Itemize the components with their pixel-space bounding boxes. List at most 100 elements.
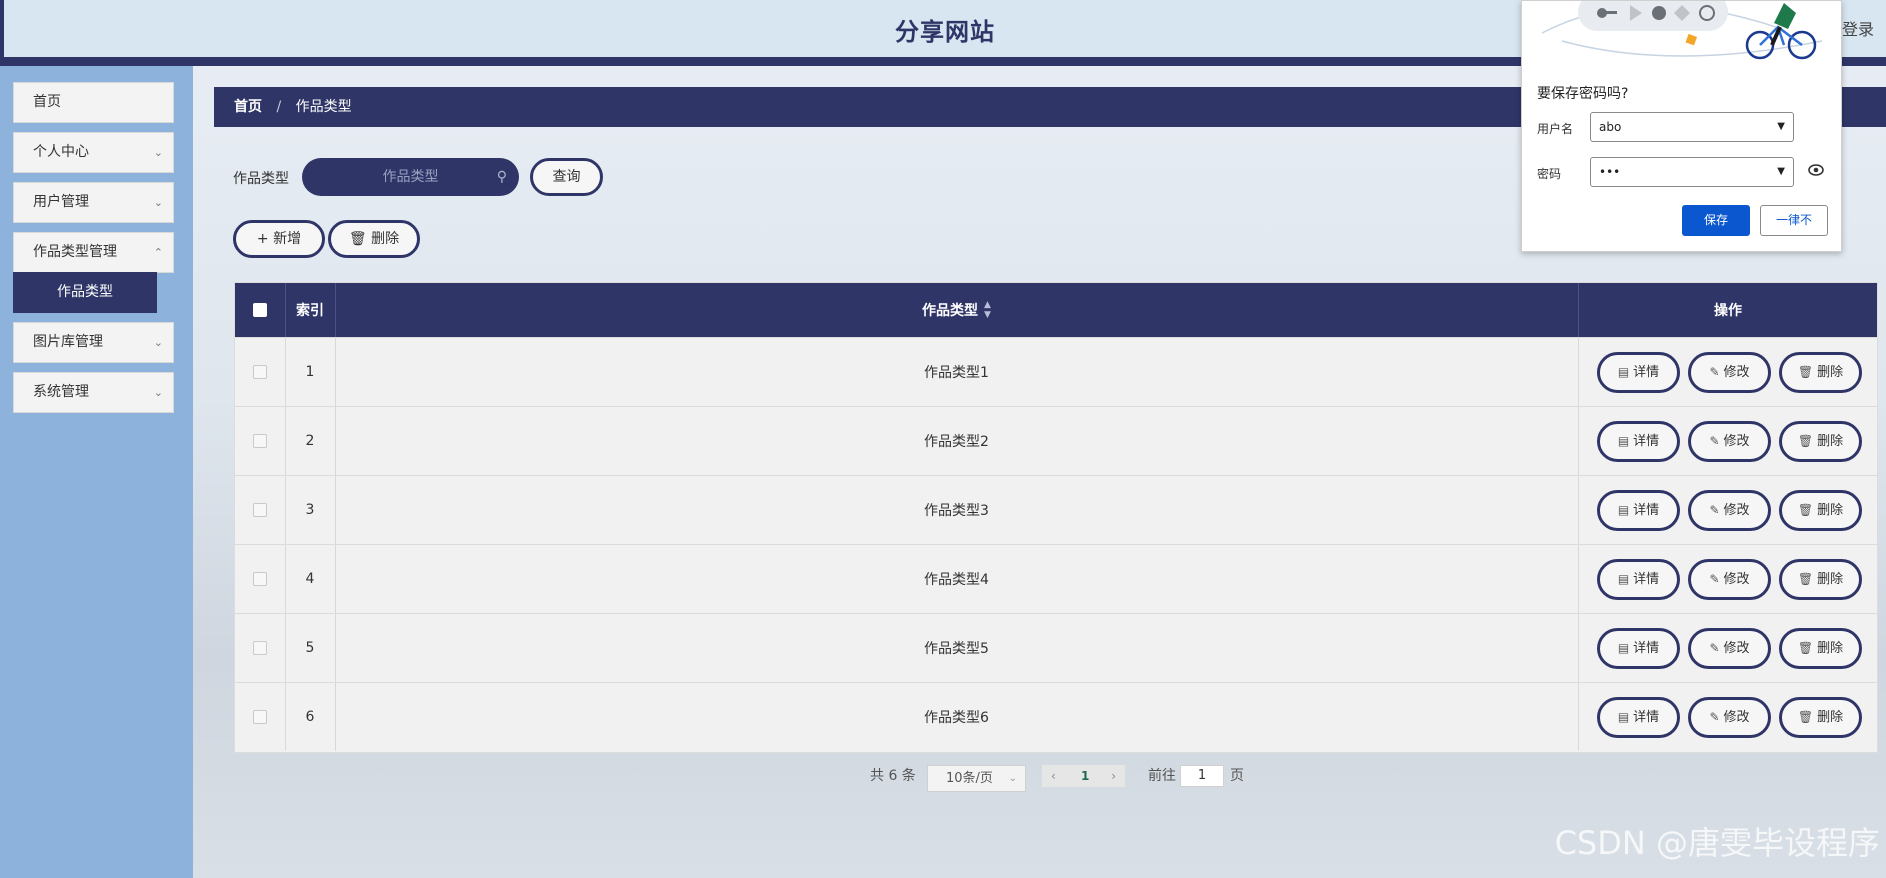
header-select-all-cell: [235, 283, 285, 337]
document-icon: ▤: [1617, 710, 1630, 724]
chevron-down-icon: ⌄: [153, 146, 163, 159]
sidebar-item-work-type-management[interactable]: 作品类型管理 ⌃: [13, 232, 174, 273]
watermark: CSDN @唐雯毕设程序: [1554, 824, 1880, 862]
row-checkbox[interactable]: [253, 572, 267, 586]
sidebar-item-gallery-management[interactable]: 图片库管理 ⌄: [13, 322, 174, 363]
edit-button[interactable]: ✎ 修改: [1688, 421, 1771, 462]
pagination-total: 共 6 条: [870, 768, 916, 784]
trash-icon: 🗑: [348, 231, 367, 247]
row-select-cell: [235, 614, 285, 682]
page-suffix: 页: [1230, 768, 1244, 784]
delete-button-label: 删除: [1817, 710, 1844, 725]
row-checkbox[interactable]: [253, 365, 267, 379]
password-label: 密码: [1537, 167, 1562, 181]
pencil-icon: ✎: [1709, 365, 1720, 379]
row-index: 1: [305, 364, 315, 380]
sidebar-item-user-management[interactable]: 用户管理 ⌄: [13, 182, 174, 223]
edit-button[interactable]: ✎ 修改: [1688, 628, 1771, 669]
row-checkbox[interactable]: [253, 641, 267, 655]
sidebar-item-personal-center[interactable]: 个人中心 ⌄: [13, 132, 174, 173]
sidebar-item-system-management[interactable]: 系统管理 ⌄: [13, 372, 174, 413]
table-header: 索引 作品类型 ▲ ▼ 操作: [235, 283, 1877, 337]
breadcrumb-home[interactable]: 首页: [234, 99, 262, 115]
row-index: 2: [305, 433, 315, 449]
detail-button[interactable]: ▤ 详情: [1597, 490, 1680, 531]
sidebar-item-home[interactable]: 首页: [13, 82, 174, 123]
delete-button[interactable]: 🗑 删除: [1779, 628, 1862, 669]
current-page[interactable]: 1: [1081, 765, 1089, 787]
sidebar: 首页 个人中心 ⌄ 用户管理 ⌄ 作品类型管理 ⌃ 作品类型 图片库管理 ⌄ 系…: [0, 66, 193, 878]
goto-page-input[interactable]: 1: [1180, 765, 1224, 787]
edit-button[interactable]: ✎ 修改: [1688, 352, 1771, 393]
table-row: 2 作品类型2 ▤ 详情 ✎ 修改 🗑 删除: [235, 406, 1877, 475]
search-label: 作品类型: [233, 171, 289, 187]
save-password-button[interactable]: 保存: [1682, 205, 1750, 236]
edit-button[interactable]: ✎ 修改: [1688, 559, 1771, 600]
header-work-type[interactable]: 作品类型 ▲ ▼: [335, 283, 1578, 337]
page-size-select[interactable]: 10条/页 ⌄: [927, 765, 1026, 792]
batch-delete-button[interactable]: 🗑 删除: [328, 220, 420, 258]
detail-button[interactable]: ▤ 详情: [1597, 352, 1680, 393]
delete-button[interactable]: 🗑 删除: [1779, 490, 1862, 531]
row-index: 6: [305, 709, 315, 725]
chevron-down-icon: ⌄: [1008, 773, 1017, 784]
delete-button[interactable]: 🗑 删除: [1779, 559, 1862, 600]
trash-icon: 🗑: [1797, 365, 1814, 379]
delete-button[interactable]: 🗑 删除: [1779, 421, 1862, 462]
edit-button-label: 修改: [1723, 365, 1750, 380]
edit-button[interactable]: ✎ 修改: [1688, 697, 1771, 738]
row-work-type: 作品类型1: [924, 365, 989, 381]
chevron-down-icon: ⌄: [153, 196, 163, 209]
trash-icon: 🗑: [1797, 503, 1814, 517]
plus-icon: +: [256, 231, 269, 247]
delete-button[interactable]: 🗑 删除: [1779, 352, 1862, 393]
delete-button-label: 删除: [1817, 503, 1844, 518]
trash-icon: 🗑: [1797, 641, 1814, 655]
delete-button-label: 删除: [1817, 365, 1844, 380]
delete-button[interactable]: 🗑 删除: [1779, 697, 1862, 738]
table-row: 6 作品类型6 ▤ 详情 ✎ 修改 🗑 删除: [235, 682, 1877, 751]
detail-button-label: 详情: [1633, 572, 1660, 587]
edit-button[interactable]: ✎ 修改: [1688, 490, 1771, 531]
table-row: 4 作品类型4 ▤ 详情 ✎ 修改 🗑 删除: [235, 544, 1877, 613]
chevron-up-icon: ⌃: [153, 246, 163, 259]
prev-page-icon[interactable]: ‹: [1051, 765, 1056, 787]
next-page-icon[interactable]: ›: [1111, 765, 1116, 787]
search-input[interactable]: [325, 169, 496, 185]
dropdown-arrow-icon: ▼: [1777, 166, 1785, 177]
sort-icon[interactable]: ▲ ▼: [984, 300, 991, 320]
detail-button[interactable]: ▤ 详情: [1597, 421, 1680, 462]
trash-icon: 🗑: [1797, 434, 1814, 448]
save-password-question: 要保存密码吗?: [1537, 86, 1629, 102]
username-label: 用户名: [1537, 122, 1574, 136]
query-button[interactable]: 查询: [530, 158, 603, 196]
row-checkbox[interactable]: [253, 503, 267, 517]
sidebar-item-label: 图片库管理: [33, 334, 103, 350]
trash-icon: 🗑: [1797, 572, 1814, 586]
sidebar-item-label: 个人中心: [33, 144, 89, 160]
detail-button[interactable]: ▤ 详情: [1597, 628, 1680, 669]
search-icon: ⚲: [496, 169, 507, 185]
row-checkbox[interactable]: [253, 434, 267, 448]
row-checkbox[interactable]: [253, 710, 267, 724]
detail-button[interactable]: ▤ 详情: [1597, 697, 1680, 738]
eye-icon[interactable]: [1808, 164, 1824, 180]
edit-button-label: 修改: [1723, 641, 1750, 656]
never-save-button[interactable]: 一律不: [1760, 205, 1828, 236]
detail-button-label: 详情: [1633, 434, 1660, 449]
row-work-type: 作品类型2: [924, 434, 989, 450]
password-field[interactable]: ••• ▼: [1590, 157, 1794, 187]
add-button-label: 新增: [273, 231, 302, 247]
select-all-checkbox[interactable]: [253, 303, 267, 317]
sidebar-subitem-work-type[interactable]: 作品类型: [13, 272, 157, 313]
add-button[interactable]: + 新增: [233, 220, 325, 258]
login-link[interactable]: 登录: [1842, 16, 1874, 40]
header-actions: 操作: [1714, 303, 1742, 319]
row-select-cell: [235, 476, 285, 544]
username-field[interactable]: abo ▼: [1590, 112, 1794, 142]
breadcrumb-current: 作品类型: [295, 99, 352, 115]
chevron-down-icon: ⌄: [153, 336, 163, 349]
table-row: 1 作品类型1 ▤ 详情 ✎ 修改 🗑 删除: [235, 337, 1877, 406]
search-field[interactable]: ⚲: [302, 158, 519, 196]
detail-button[interactable]: ▤ 详情: [1597, 559, 1680, 600]
